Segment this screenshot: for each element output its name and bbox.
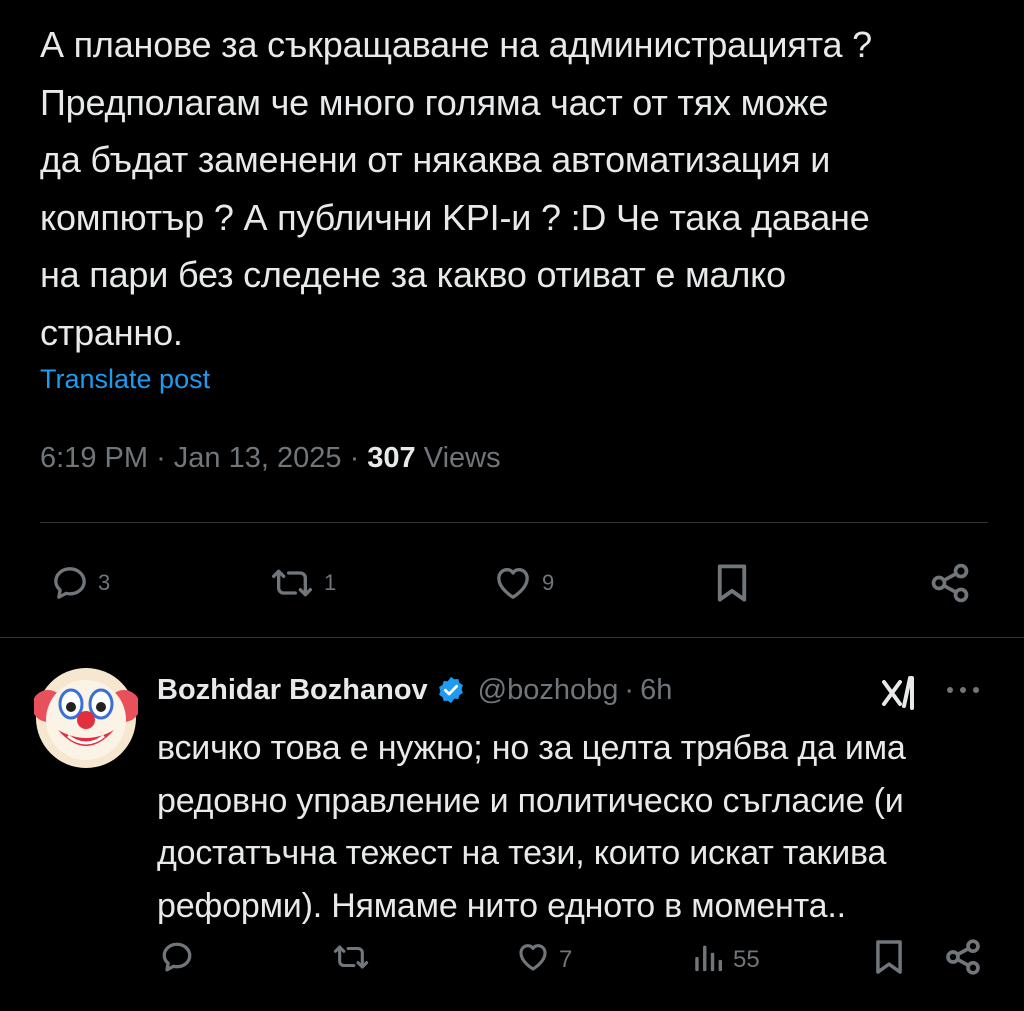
author-name[interactable]: Bozhidar Bozhanov <box>157 674 428 707</box>
repost-count: 1 <box>324 570 337 595</box>
bar-chart-icon <box>691 940 725 981</box>
post-text-line: странно. <box>40 311 183 353</box>
clown-face-avatar[interactable] <box>32 666 140 770</box>
post-text-line: да бъдат заменени от някаква автоматизац… <box>40 139 831 180</box>
post-text: А планове за съкращаване на администраци… <box>40 16 990 361</box>
header-separator: · <box>624 673 635 706</box>
grok-icon[interactable] <box>880 674 922 714</box>
meta-separator: · <box>156 442 166 474</box>
views-button[interactable]: 55 <box>691 938 760 982</box>
share-icon <box>943 937 983 984</box>
reply-action-bar: 7 55 <box>157 938 987 982</box>
post-text-line: А планове за съкращаване на администраци… <box>40 24 872 65</box>
like-button[interactable]: 9 <box>492 553 554 613</box>
repost-button[interactable]: 1 <box>268 553 336 613</box>
reply-post: Bozhidar Bozhanov @bozhobg · 6h всичко т… <box>0 640 1024 1011</box>
bookmark-button[interactable] <box>873 938 905 982</box>
repost-arrows-icon <box>268 563 316 603</box>
post-text-line: Предполагам че много голяма част от тях … <box>40 81 829 123</box>
speech-bubble-icon <box>159 939 195 982</box>
bookmark-icon <box>873 938 905 983</box>
like-count: 7 <box>559 946 573 973</box>
share-icon <box>928 561 972 605</box>
post-meta: 6:19 PM · Jan 13, 2025 · 307 Views <box>40 442 501 475</box>
views-label: Views <box>423 442 501 474</box>
reply-button[interactable]: 3 <box>50 553 110 613</box>
bookmark-button[interactable] <box>714 553 750 613</box>
post-text-line: на пари без следене за какво отиват е ма… <box>40 254 786 295</box>
heart-icon <box>515 940 551 981</box>
translate-post-link[interactable]: Translate post <box>40 364 210 395</box>
share-button[interactable] <box>943 938 983 982</box>
reply-count: 3 <box>98 570 111 595</box>
repost-button[interactable] <box>331 938 379 982</box>
reply-button[interactable] <box>159 938 203 982</box>
like-button[interactable]: 7 <box>515 938 572 982</box>
divider <box>0 637 1024 638</box>
reply-header: Bozhidar Bozhanov @bozhobg · 6h <box>157 670 672 710</box>
reply-text-line: реформи). Нямаме нито едното в момента.. <box>157 886 846 925</box>
divider <box>40 522 988 523</box>
reply-text: всичко това е нужно; но за целта трябва … <box>157 722 1007 932</box>
speech-bubble-icon <box>50 563 90 603</box>
meta-separator: · <box>349 442 360 474</box>
views-count: 307 <box>367 442 416 474</box>
more-dots-icon[interactable] <box>942 678 984 702</box>
repost-arrows-icon <box>331 940 371 981</box>
post-time[interactable]: 6:19 PM <box>40 442 148 474</box>
like-count: 9 <box>542 570 555 595</box>
views-count: 55 <box>733 946 760 973</box>
reply-text-line: всичко това е нужно; но за целта трябва … <box>157 729 906 767</box>
heart-icon <box>492 563 534 603</box>
share-button[interactable] <box>928 553 972 613</box>
reply-text-line: редовно управление и политическо съгласи… <box>157 781 904 820</box>
post-text-line: компютър ? А публични KPI-и ? :D Че така… <box>40 196 870 238</box>
verified-badge-icon <box>436 675 466 705</box>
reply-time[interactable]: 6h <box>640 674 672 707</box>
post-date[interactable]: Jan 13, 2025 <box>174 442 342 474</box>
reply-text-line: достатъчна тежест на тези, които искат т… <box>157 834 887 872</box>
author-handle[interactable]: @bozhobg <box>478 674 619 707</box>
post-action-bar: 3 1 9 <box>40 553 988 613</box>
bookmark-icon <box>714 562 750 604</box>
